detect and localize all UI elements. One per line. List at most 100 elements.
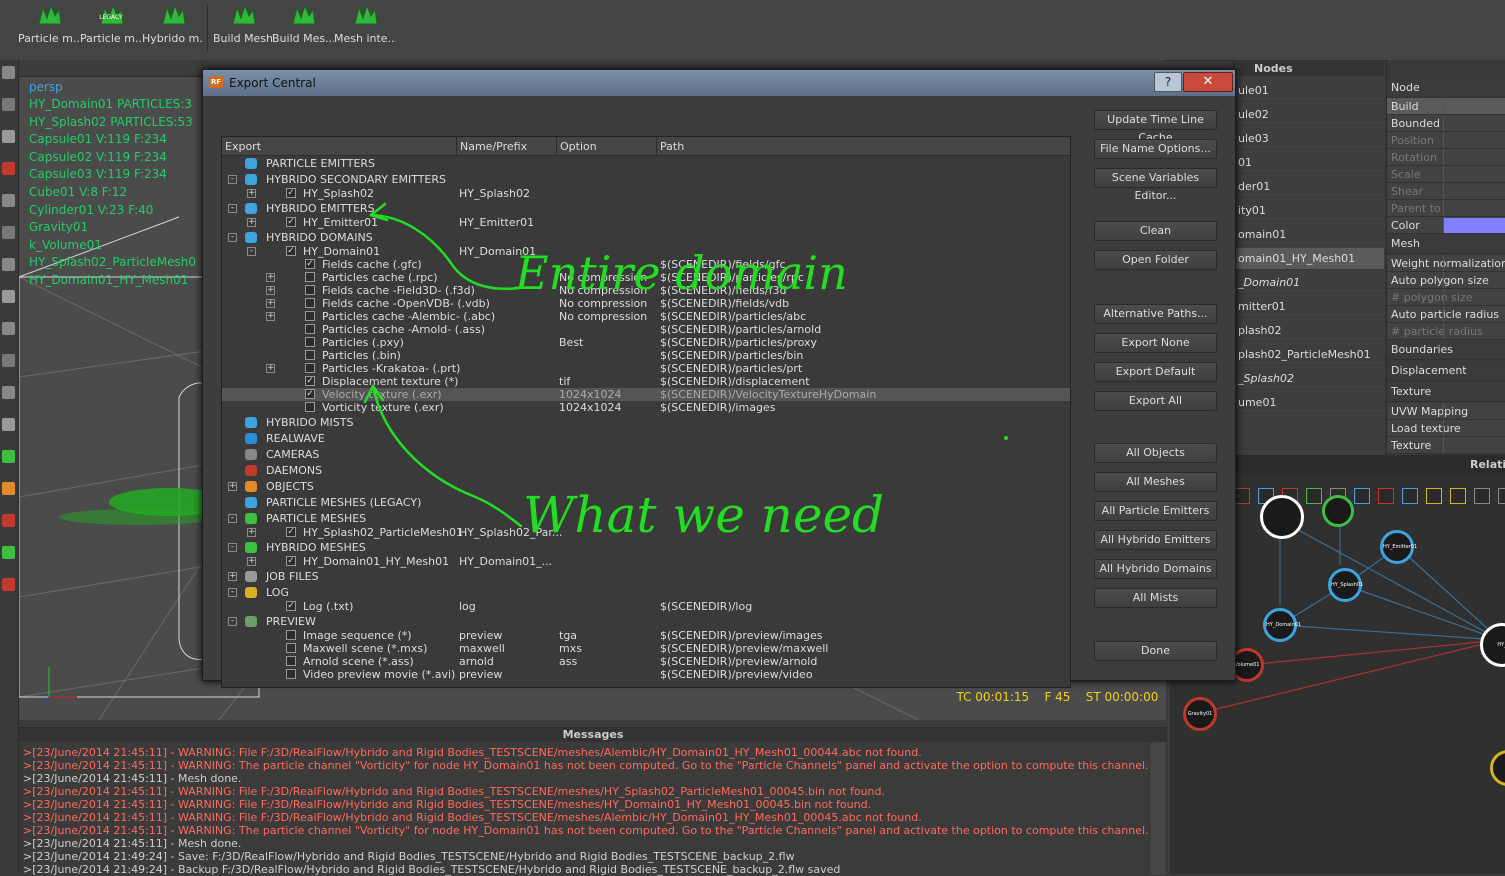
param-row[interactable]: Auto polygon size bbox=[1387, 272, 1505, 289]
message-line: >[23/June/2014 21:45:11] - WARNING: File… bbox=[23, 785, 886, 798]
tool-icon[interactable] bbox=[2, 418, 15, 431]
node-list-item[interactable]: ule03 bbox=[1234, 128, 1384, 150]
param-value-divider bbox=[1443, 115, 1444, 131]
tool-icon[interactable] bbox=[2, 98, 15, 111]
dialog-titlebar[interactable]: RF Export Central ? ✕ bbox=[203, 70, 1235, 96]
param-row[interactable]: Texture bbox=[1387, 437, 1505, 454]
viewport-object-label: k_Volume01 bbox=[29, 237, 102, 252]
tool-icon[interactable] bbox=[2, 482, 15, 495]
frame-number: F 45 bbox=[1044, 690, 1071, 704]
param-row[interactable]: Boundaries bbox=[1387, 340, 1505, 360]
graph-node[interactable]: HY_Domain01 bbox=[1263, 608, 1301, 642]
message-line: >[23/June/2014 21:49:24] - Save: F:/3D/R… bbox=[23, 850, 795, 863]
viewport-object-label: Cylinder01 V:23 F:40 bbox=[29, 202, 154, 217]
build-mesh-icon bbox=[229, 2, 257, 28]
param-label: Auto polygon size bbox=[1391, 274, 1489, 287]
param-value-divider bbox=[1443, 289, 1444, 305]
close-button[interactable]: ✕ bbox=[1183, 72, 1233, 92]
node-list-item[interactable]: omain01_HY_Mesh01 bbox=[1234, 248, 1384, 270]
tool-icon[interactable] bbox=[2, 386, 15, 399]
param-value-divider bbox=[1443, 217, 1444, 233]
node-list-item[interactable]: _Domain01 bbox=[1234, 272, 1384, 294]
annotation-entire-domain: Entire domain bbox=[515, 246, 848, 300]
param-row: # particle radius bbox=[1387, 323, 1505, 340]
mesh-interpolation-icon bbox=[351, 2, 379, 28]
viewport-object-label: HY_Splash02_ParticleMesh0 bbox=[29, 255, 196, 270]
toolbar-tool[interactable]: Particle m... bbox=[18, 0, 80, 56]
node-list-item[interactable]: ume01 bbox=[1234, 392, 1384, 414]
message-line: >[23/June/2014 21:45:11] - WARNING: File… bbox=[23, 811, 922, 824]
param-label: Mesh bbox=[1391, 237, 1420, 250]
param-row[interactable]: Displacement bbox=[1387, 361, 1505, 381]
messages-scrollbar[interactable] bbox=[1151, 742, 1165, 875]
node-list-item[interactable]: ule01 bbox=[1234, 80, 1384, 102]
tool-icon[interactable] bbox=[2, 322, 15, 335]
nodes-panel-header: Nodes bbox=[1234, 60, 1384, 76]
messages-log[interactable]: >[23/June/2014 21:45:11] - WARNING: File… bbox=[19, 742, 1149, 876]
tool-icon[interactable] bbox=[2, 194, 15, 207]
param-label: Position bbox=[1391, 134, 1434, 147]
param-row[interactable]: Build bbox=[1387, 98, 1505, 115]
viewport-object-label: Capsule02 V:119 F:234 bbox=[29, 149, 167, 164]
viewport-object-label: Capsule01 V:119 F:234 bbox=[29, 132, 167, 147]
param-value-divider bbox=[1443, 98, 1444, 114]
node-list-item[interactable]: _Splash02 bbox=[1234, 368, 1384, 390]
dialog-title: Export Central bbox=[229, 76, 316, 90]
toolbar-tool[interactable]: Build Mes... bbox=[272, 0, 334, 56]
tool-label: Build Mesh bbox=[212, 32, 274, 45]
param-label: Auto particle radius bbox=[1391, 308, 1500, 321]
graph-node[interactable]: Gravity01 bbox=[1183, 697, 1217, 731]
param-value-divider bbox=[1443, 183, 1444, 199]
param-label: Weight normalization bbox=[1391, 257, 1505, 270]
param-row[interactable]: Load texture bbox=[1387, 420, 1505, 437]
param-value-divider bbox=[1443, 200, 1444, 216]
param-value-divider bbox=[1443, 420, 1444, 436]
param-row[interactable]: Color bbox=[1387, 217, 1505, 234]
node-list-item[interactable]: plash02 bbox=[1234, 320, 1384, 342]
param-row[interactable]: Weight normalization bbox=[1387, 255, 1505, 272]
node-list-item[interactable]: mitter01 bbox=[1234, 296, 1384, 318]
graph-node[interactable]: HY_Splash01 bbox=[1328, 568, 1363, 602]
param-row[interactable]: Auto particle radius bbox=[1387, 306, 1505, 323]
export-central-dialog: RF Export Central ? ✕ Export Name/Prefix… bbox=[202, 69, 1236, 688]
node-list-item[interactable]: ule02 bbox=[1234, 104, 1384, 126]
tool-icon[interactable] bbox=[2, 130, 15, 143]
tool-icon[interactable] bbox=[2, 162, 15, 175]
viewport-object-label: Gravity01 bbox=[29, 220, 89, 235]
tool-icon[interactable] bbox=[2, 290, 15, 303]
toolbar-tool[interactable]: Build Mesh bbox=[212, 0, 274, 56]
graph-node[interactable] bbox=[1260, 495, 1304, 539]
node-list-item[interactable]: ity01 bbox=[1234, 200, 1384, 222]
tool-icon[interactable] bbox=[2, 226, 15, 239]
param-row[interactable]: Bounded bbox=[1387, 115, 1505, 132]
tool-icon[interactable] bbox=[2, 354, 15, 367]
toolbar-separator bbox=[207, 4, 208, 52]
param-row[interactable]: Texture bbox=[1387, 382, 1505, 402]
tool-icon[interactable] bbox=[2, 546, 15, 559]
help-button[interactable]: ? bbox=[1154, 72, 1182, 92]
node-list-item[interactable]: 01 bbox=[1234, 152, 1384, 174]
tool-icon[interactable] bbox=[2, 578, 15, 591]
tool-icon[interactable] bbox=[2, 514, 15, 527]
nodes-panel-title: Nodes bbox=[1254, 62, 1293, 75]
param-label: Rotation bbox=[1391, 151, 1438, 164]
timecode-readout: TC 00:01:15 F 45 ST 00:00:00 bbox=[956, 690, 1166, 704]
color-swatch[interactable] bbox=[1444, 218, 1505, 233]
tool-icon[interactable] bbox=[2, 450, 15, 463]
param-row[interactable]: UVW Mapping bbox=[1387, 403, 1505, 420]
toolbar-tool[interactable]: Mesh inte... bbox=[334, 0, 396, 56]
toolbar-tool[interactable]: Hybrido m... bbox=[142, 0, 204, 56]
node-list-item[interactable]: omain01 bbox=[1234, 224, 1384, 246]
node-list-item[interactable]: der01 bbox=[1234, 176, 1384, 198]
graph-node[interactable]: HY_Emitter01 bbox=[1380, 530, 1417, 564]
tool-icon[interactable] bbox=[2, 258, 15, 271]
build-mesh-all-icon bbox=[289, 2, 317, 28]
param-label: # polygon size bbox=[1391, 291, 1473, 304]
node-list-item[interactable]: plash02_ParticleMesh01 bbox=[1234, 344, 1384, 366]
tool-icon[interactable] bbox=[2, 66, 15, 79]
param-row[interactable]: Mesh bbox=[1387, 234, 1505, 254]
graph-node[interactable] bbox=[1322, 495, 1354, 527]
toolbar-tool[interactable]: LEGACY Particle m... bbox=[80, 0, 142, 56]
param-label: # particle radius bbox=[1391, 325, 1483, 338]
timecode: TC 00:01:15 bbox=[956, 690, 1030, 704]
